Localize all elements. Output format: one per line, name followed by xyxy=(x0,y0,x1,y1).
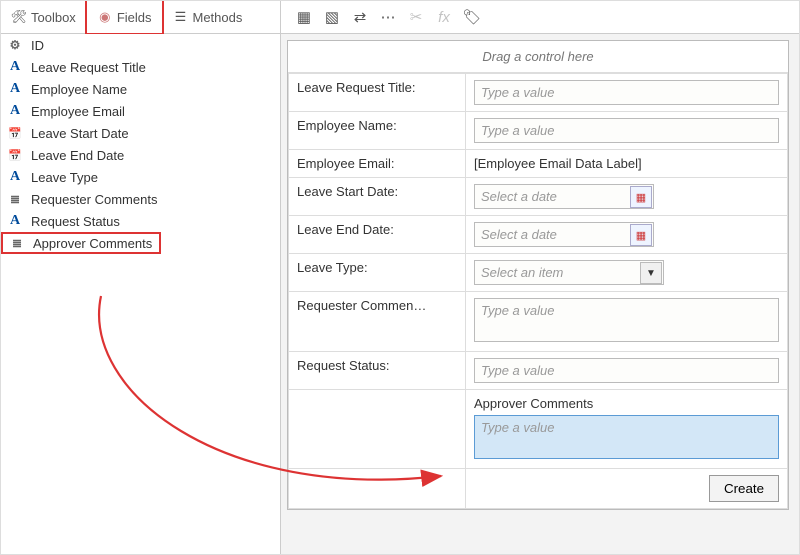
field-label-cell: Request Status: xyxy=(289,352,466,390)
approver-comments-input[interactable] xyxy=(474,415,779,459)
field-type-icon: ≣ xyxy=(9,235,25,251)
panel-tabs: 🛠 Toolbox ◉ Fields ☰ Methods xyxy=(1,1,281,33)
form-row: Create xyxy=(289,469,788,509)
text-input[interactable] xyxy=(474,118,779,143)
field-type-icon: A xyxy=(7,59,23,75)
text-input[interactable] xyxy=(474,358,779,383)
field-label: Approver Comments xyxy=(33,236,152,251)
create-button[interactable]: Create xyxy=(709,475,779,502)
field-type-icon: ≣ xyxy=(7,191,23,207)
field-label: ID xyxy=(31,38,44,53)
layout-edit-icon[interactable]: ▧ xyxy=(323,8,341,26)
field-control-cell: ▦ xyxy=(466,216,788,254)
fx-icon: fx xyxy=(435,8,453,26)
form-row: Leave Start Date: ▦ xyxy=(289,178,788,216)
form-row: Leave End Date: ▦ xyxy=(289,216,788,254)
data-label: [Employee Email Data Label] xyxy=(474,156,642,171)
textarea-input[interactable] xyxy=(474,298,779,342)
form-row: Requester Commen… xyxy=(289,292,788,352)
field-item[interactable]: 📅 Leave Start Date xyxy=(1,122,280,144)
date-input[interactable] xyxy=(474,222,654,247)
field-label-cell xyxy=(289,390,466,469)
field-control-cell: ▼ xyxy=(466,254,788,292)
date-input[interactable] xyxy=(474,184,654,209)
form-row: Leave Type: ▼ xyxy=(289,254,788,292)
tab-label: Fields xyxy=(117,10,152,25)
tab-methods[interactable]: ☰ Methods xyxy=(163,1,253,33)
field-control-cell xyxy=(466,292,788,352)
calendar-icon[interactable]: ▦ xyxy=(630,224,652,246)
field-label-cell: Requester Commen… xyxy=(289,292,466,352)
more-icon[interactable]: ⋯ xyxy=(379,8,397,26)
field-control-cell: ▦ xyxy=(466,178,788,216)
field-control-cell xyxy=(466,112,788,150)
design-canvas[interactable]: Drag a control here Leave Request Title:… xyxy=(281,34,799,555)
field-label-cell: Leave End Date: xyxy=(289,216,466,254)
field-control-cell: Approver Comments xyxy=(466,390,788,469)
select-input[interactable] xyxy=(474,260,664,285)
approver-comments-label: Approver Comments xyxy=(474,396,779,411)
form-row: Leave Request Title: xyxy=(289,74,788,112)
field-type-icon: 📅 xyxy=(7,147,23,163)
field-type-icon: A xyxy=(7,81,23,97)
field-label-cell: Employee Name: xyxy=(289,112,466,150)
field-label-cell: Leave Start Date: xyxy=(289,178,466,216)
field-label-cell: Leave Request Title: xyxy=(289,74,466,112)
field-label-cell: Leave Type: xyxy=(289,254,466,292)
fields-panel: ⚙ ID A Leave Request Title A Employee Name A Em… xyxy=(1,34,281,555)
field-item[interactable]: A Request Status xyxy=(1,210,280,232)
field-label: Leave Type xyxy=(31,170,98,185)
form-row: Employee Email: [Employee Email Data Labe… xyxy=(289,150,788,178)
field-type-icon: A xyxy=(7,213,23,229)
field-label: Requester Comments xyxy=(31,192,157,207)
field-label: Leave Request Title xyxy=(31,60,146,75)
field-control-cell: [Employee Email Data Label] xyxy=(466,150,788,178)
form-table: Leave Request Title:Employee Name:Employ… xyxy=(288,73,788,509)
field-item[interactable]: ≣ Approver Comments xyxy=(1,232,161,254)
field-type-icon: A xyxy=(7,169,23,185)
field-item[interactable]: A Employee Name xyxy=(1,78,280,100)
field-control-cell xyxy=(466,74,788,112)
drop-hint[interactable]: Drag a control here xyxy=(288,41,788,73)
field-type-icon: A xyxy=(7,103,23,119)
layout-icon[interactable]: ▦ xyxy=(295,8,313,26)
field-type-icon: ⚙ xyxy=(7,37,23,53)
tag-icon[interactable]: 🏷 xyxy=(463,8,481,26)
field-item[interactable]: A Leave Request Title xyxy=(1,56,280,78)
field-item[interactable]: ⚙ ID xyxy=(1,34,280,56)
form-row: Request Status: xyxy=(289,352,788,390)
field-label: Employee Email xyxy=(31,104,125,119)
tab-fields[interactable]: ◉ Fields xyxy=(85,0,164,35)
field-label-cell: Employee Email: xyxy=(289,150,466,178)
tab-label: Methods xyxy=(193,10,243,25)
methods-icon: ☰ xyxy=(173,9,189,25)
chevron-down-icon[interactable]: ▼ xyxy=(640,262,662,284)
field-item[interactable]: 📅 Leave End Date xyxy=(1,144,280,166)
calendar-icon[interactable]: ▦ xyxy=(630,186,652,208)
field-label: Leave End Date xyxy=(31,148,124,163)
field-label: Leave Start Date xyxy=(31,126,129,141)
field-item[interactable]: A Leave Type xyxy=(1,166,280,188)
field-label: Request Status xyxy=(31,214,120,229)
field-control-cell xyxy=(466,352,788,390)
form-layout: Drag a control here Leave Request Title:… xyxy=(287,40,789,510)
form-row: Approver Comments xyxy=(289,390,788,469)
fields-icon: ◉ xyxy=(97,9,113,25)
tab-label: Toolbox xyxy=(31,10,76,25)
tab-toolbox[interactable]: 🛠 Toolbox xyxy=(1,1,86,33)
toolbox-icon: 🛠 xyxy=(11,9,27,25)
unlink-icon[interactable]: ⇄ xyxy=(351,8,369,26)
toolbar: ▦ ▧ ⇄ ⋯ ✂ fx 🏷 xyxy=(281,1,481,33)
form-row: Employee Name: xyxy=(289,112,788,150)
text-input[interactable] xyxy=(474,80,779,105)
field-item[interactable]: ≣ Requester Comments xyxy=(1,188,280,210)
field-type-icon: 📅 xyxy=(7,125,23,141)
field-label: Employee Name xyxy=(31,82,127,97)
field-item[interactable]: A Employee Email xyxy=(1,100,280,122)
cut-icon: ✂ xyxy=(407,8,425,26)
